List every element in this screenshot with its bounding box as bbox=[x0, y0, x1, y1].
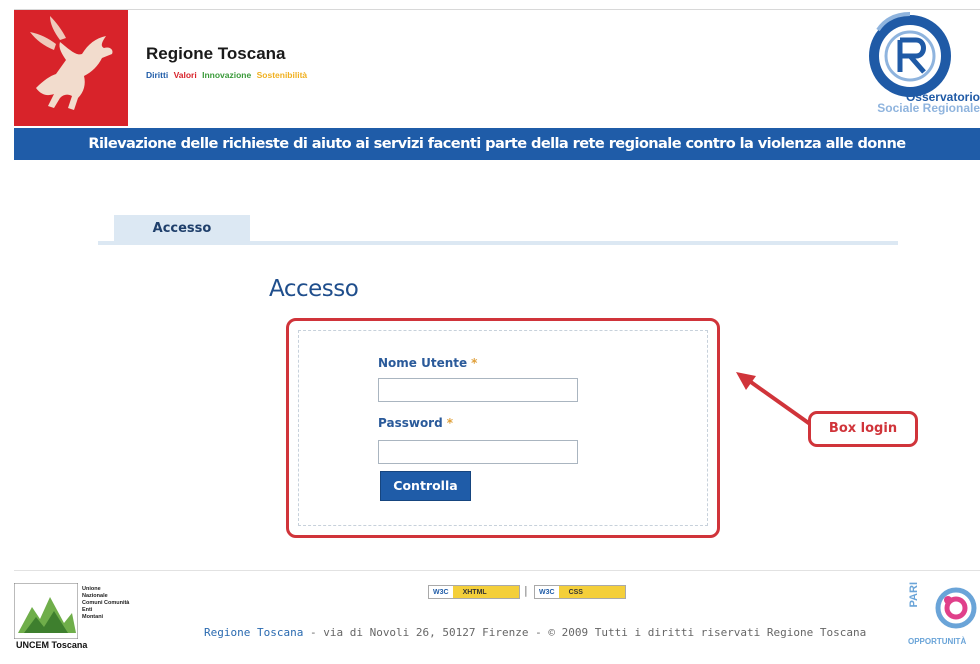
tab-accesso[interactable]: Accesso bbox=[114, 215, 250, 245]
osservatorio-label: Osservatorio Sociale Regionale bbox=[838, 91, 980, 115]
footer-copyright: Regione Toscana - via di Novoli 26, 5012… bbox=[204, 626, 866, 639]
footer-divider bbox=[14, 570, 980, 571]
uncem-name: UNCEM Toscana bbox=[16, 640, 88, 650]
tagline-word-2: Valori bbox=[173, 70, 197, 80]
controlla-button[interactable]: Controlla bbox=[380, 471, 471, 501]
uncem-mountains-icon bbox=[13, 582, 79, 640]
regione-toscana-logo[interactable] bbox=[14, 10, 128, 126]
callout-arrow-icon bbox=[736, 372, 812, 426]
login-form bbox=[298, 330, 708, 526]
pegasus-icon bbox=[30, 16, 113, 110]
password-label-text: Password bbox=[378, 416, 443, 430]
uncem-line: Enti bbox=[82, 607, 93, 613]
uncem-line: Comuni Comunità bbox=[82, 600, 130, 606]
footer-address: - via di Novoli 26, 50127 Firenze - © 20… bbox=[303, 626, 867, 639]
username-input[interactable] bbox=[378, 378, 578, 402]
xhtml-label: XHTML bbox=[452, 586, 519, 598]
password-input[interactable] bbox=[378, 440, 578, 464]
uncem-line: Montani bbox=[82, 614, 104, 620]
username-label: Nome Utente * bbox=[378, 356, 477, 370]
tagline-word-4: Sostenibilità bbox=[256, 70, 308, 80]
pari-line-1: PARI bbox=[908, 582, 920, 608]
tagline-word-1: Diritti bbox=[146, 70, 169, 80]
badge-separator: | bbox=[524, 584, 528, 597]
page-title: Accesso bbox=[269, 276, 359, 302]
w3c-label: W3C bbox=[535, 586, 559, 598]
uncem-description: Unione Nazionale Comuni Comunità Enti Mo… bbox=[82, 586, 129, 621]
footer-regione-link[interactable]: Regione Toscana bbox=[204, 626, 303, 639]
box-login-callout: Box login bbox=[808, 411, 918, 447]
header-top-line bbox=[14, 9, 980, 10]
uncem-line: Unione bbox=[82, 586, 101, 592]
username-label-text: Nome Utente bbox=[378, 356, 468, 370]
pari-line-2: OPPORTUNITÀ bbox=[908, 637, 967, 646]
tagline-word-3: Innovazione bbox=[202, 70, 252, 80]
password-label: Password * bbox=[378, 416, 453, 430]
uncem-line: Nazionale bbox=[82, 593, 108, 599]
required-mark: * bbox=[471, 356, 478, 370]
osr-line-2: Sociale Regionale bbox=[877, 101, 980, 115]
css-label: CSS bbox=[558, 586, 625, 598]
w3c-label: W3C bbox=[429, 586, 453, 598]
brand-tagline: Diritti Valori Innovazione Sostenibilità bbox=[146, 70, 310, 80]
xhtml-valid-badge[interactable]: W3C XHTML bbox=[428, 585, 520, 599]
brand-title: Regione Toscana bbox=[146, 44, 286, 63]
css-valid-badge[interactable]: W3C CSS bbox=[534, 585, 626, 599]
banner-text: Rilevazione delle richieste di aiuto ai … bbox=[88, 135, 906, 152]
required-mark: * bbox=[446, 416, 453, 430]
